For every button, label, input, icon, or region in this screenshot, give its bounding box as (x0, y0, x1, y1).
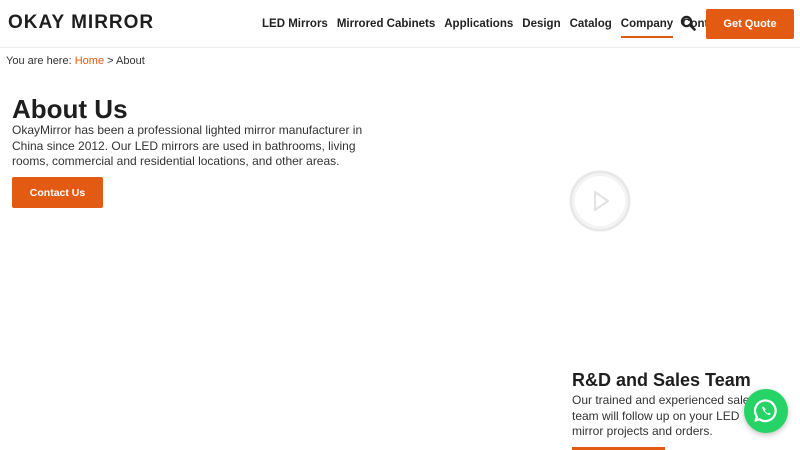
whatsapp-button[interactable] (744, 389, 788, 433)
get-quote-button[interactable]: Get Quote (706, 9, 794, 39)
rd-team-title: R&D and Sales Team (572, 370, 751, 390)
nav-mirrored-cabinets[interactable]: Mirrored Cabinets (337, 0, 435, 48)
rd-team-description: Our trained and experienced sales team w… (572, 393, 756, 438)
site-logo[interactable]: OKAY MIRROR (8, 12, 154, 34)
nav-led-mirrors[interactable]: LED Mirrors (262, 0, 328, 48)
nav-design[interactable]: Design (522, 0, 560, 48)
breadcrumb-home-link[interactable]: Home (75, 55, 104, 67)
about-description: OkayMirror has been a professional light… (12, 123, 363, 168)
main-nav: LED Mirrors Mirrored Cabinets Applicatio… (262, 0, 734, 48)
breadcrumb: You are here: Home > About (6, 55, 145, 67)
nav-company[interactable]: Company (620, 0, 674, 48)
site-header: OKAY MIRROR LED Mirrors Mirrored Cabinet… (0, 0, 800, 48)
video-play-button[interactable] (569, 170, 631, 232)
breadcrumb-current: About (116, 55, 145, 67)
play-icon (569, 170, 631, 232)
nav-catalog[interactable]: Catalog (570, 0, 612, 48)
breadcrumb-prefix: You are here: (6, 55, 72, 67)
contact-us-button[interactable]: Contact Us (12, 177, 103, 208)
search-icon[interactable] (680, 15, 696, 31)
breadcrumb-separator: > (107, 55, 114, 67)
whatsapp-icon (753, 399, 777, 423)
page-title: About Us (12, 94, 128, 124)
nav-applications[interactable]: Applications (444, 0, 513, 48)
